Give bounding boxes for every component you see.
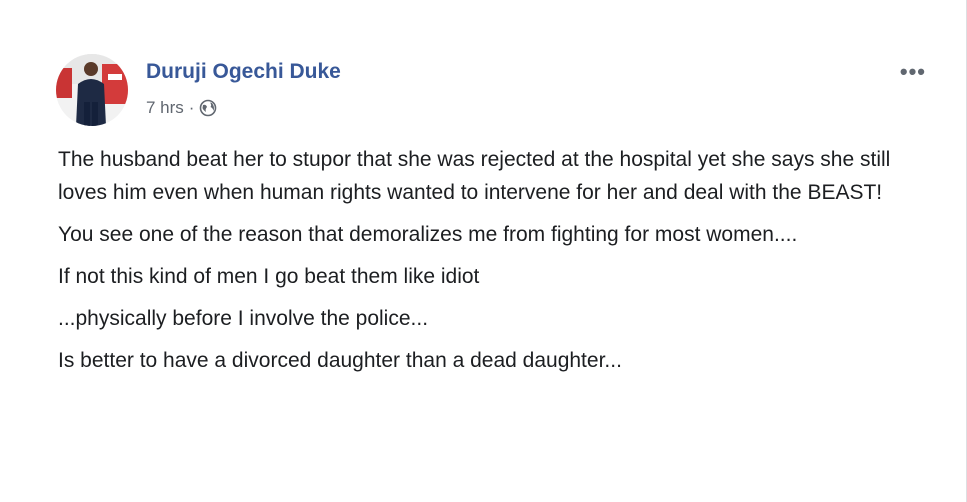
post-paragraph: You see one of the reason that demoraliz…: [58, 223, 798, 246]
post-paragraph: If not this kind of men I go beat them l…: [58, 265, 480, 288]
author-name-link[interactable]: Duruji Ogechi Duke: [146, 60, 341, 84]
post-body: The husband beat her to stupor that she …: [58, 143, 928, 386]
post-paragraph: The husband beat her to stupor that she …: [58, 148, 891, 204]
timestamp-link[interactable]: 7 hrs: [146, 98, 184, 118]
post-paragraph: ...physically before I involve the polic…: [58, 307, 429, 330]
globe-icon[interactable]: [199, 99, 217, 117]
profile-photo-icon: [56, 54, 128, 126]
post-paragraph: Is better to have a divorced daughter th…: [58, 349, 622, 372]
post-meta: 7 hrs ·: [146, 98, 217, 118]
more-options-icon[interactable]: •••: [900, 61, 926, 83]
post-header: Duruji Ogechi Duke 7 hrs · •••: [56, 54, 946, 134]
facebook-post: Duruji Ogechi Duke 7 hrs · ••• The husba…: [0, 0, 967, 502]
avatar[interactable]: [56, 54, 128, 126]
meta-separator: ·: [188, 98, 195, 117]
